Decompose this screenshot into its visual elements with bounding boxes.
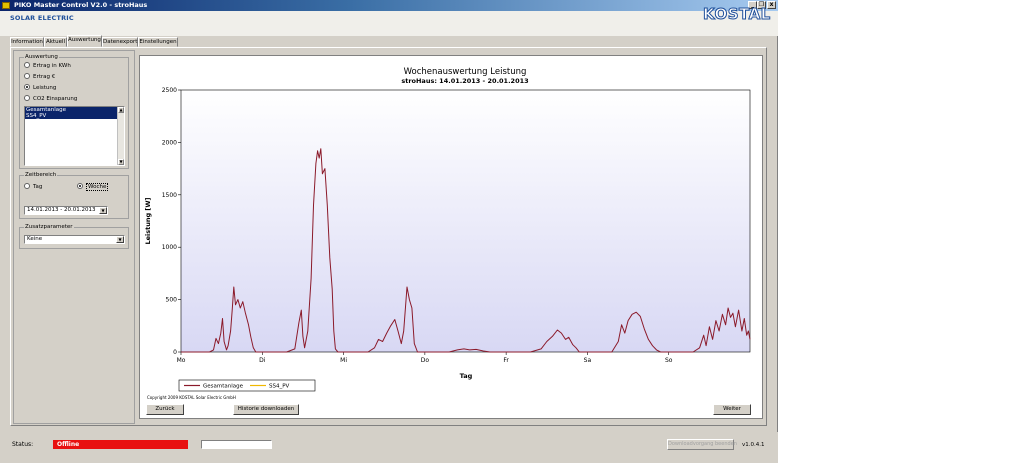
radio-indicator[interactable] (24, 182, 30, 189)
radio-ertrag-euro[interactable]: Ertrag € (24, 72, 56, 81)
stop-download-button[interactable]: Downloadvorgang beenden (667, 439, 737, 450)
app-icon (2, 2, 10, 9)
next-button[interactable]: Weiter (713, 404, 751, 415)
tab-information[interactable]: Information (10, 37, 44, 47)
y-axis: 0 500 1000 1500 2000 2500 (162, 87, 181, 356)
y-tick-label: 1500 (162, 192, 177, 199)
chevron-down-icon[interactable]: ▼ (116, 236, 124, 243)
legend-label-ss4-pv: SS4_PV (269, 384, 290, 390)
x-tick-label: Fr (503, 357, 509, 364)
date-range-value: 14.01.2013 - 20.01.2013 (27, 207, 96, 213)
app-brand-name: SOLAR ELECTRIC (10, 14, 74, 22)
radio-woche[interactable]: Woche (77, 182, 109, 191)
x-axis: Mo Di Mi Do Fr Sa So (177, 352, 673, 364)
y-tick-label: 2500 (162, 87, 177, 94)
window-title: PIKO Master Control V2.0 - stroHaus (14, 1, 148, 9)
zusatzparameter-select[interactable]: Keine ▼ (24, 235, 125, 244)
x-tick-label: Di (259, 357, 266, 364)
x-tick-label: Do (421, 357, 430, 364)
power-chart: Wochenauswertung Leistung stroHaus: 14.0… (144, 67, 751, 400)
status-label: Status: (12, 441, 34, 448)
chart-title: Wochenauswertung Leistung (404, 67, 527, 77)
legend-label-gesamtanlage: Gesamtanlage (203, 384, 244, 390)
scroll-down-icon[interactable]: ▼ (118, 159, 124, 165)
zusatzparameter-group: Zusatzparameter Keine ▼ (19, 224, 129, 249)
radio-label: Ertrag € (33, 74, 56, 80)
download-history-button[interactable]: Historie downloaden (233, 404, 299, 415)
radio-leistung[interactable]: Leistung (24, 83, 57, 92)
app-header (0, 11, 778, 36)
zusatzparameter-value: Keine (27, 236, 43, 242)
tab-datenexport[interactable]: Datenexport (102, 37, 138, 47)
plot-area (180, 89, 751, 353)
radio-indicator[interactable] (24, 61, 30, 68)
listbox-scrollbar[interactable]: ▲ ▼ (117, 107, 124, 165)
y-tick-label: 1000 (162, 244, 177, 251)
radio-tag[interactable]: Tag (24, 182, 43, 191)
version-label: v1.0.4.1 (742, 442, 765, 448)
x-tick-label: Mo (177, 357, 186, 364)
radio-co2[interactable]: CO2 Einsparung (24, 94, 78, 103)
x-axis-label: Tag (460, 372, 473, 380)
scroll-up-icon[interactable]: ▲ (118, 107, 124, 113)
tab-einstellungen[interactable]: Einstellungen (138, 37, 178, 47)
chart-subtitle: stroHaus: 14.01.2013 - 20.01.2013 (401, 77, 528, 85)
radio-indicator[interactable] (24, 72, 30, 79)
chart-panel: Wochenauswertung Leistung stroHaus: 14.0… (139, 55, 763, 419)
radio-indicator[interactable] (24, 83, 30, 90)
radio-label: Woche (86, 183, 109, 191)
y-tick-label: 500 (166, 297, 178, 304)
x-tick-label: So (665, 357, 673, 364)
title-bar: PIKO Master Control V2.0 - stroHaus (0, 0, 778, 11)
y-axis-label: Leistung [W] (144, 197, 152, 244)
tab-aktuell[interactable]: Aktuell (44, 37, 67, 47)
radio-label: Tag (33, 184, 43, 190)
radio-label: Ertrag in KWh (33, 63, 71, 69)
radio-label: Leistung (33, 85, 57, 91)
options-panel: Auswertung Ertrag in KWh Ertrag € Leistu… (13, 50, 135, 424)
list-item[interactable]: SS4_PV (25, 113, 124, 119)
auswertung-group: Auswertung Ertrag in KWh Ertrag € Leistu… (19, 54, 129, 169)
copyright-text: Copyright 2009 KOSTAL Solar Electric Gmb… (147, 395, 236, 400)
radio-label: CO2 Einsparung (33, 96, 78, 102)
status-badge: Offline (53, 440, 188, 449)
zusatzparameter-legend: Zusatzparameter (24, 224, 74, 231)
y-tick-label: 2000 (162, 139, 177, 146)
x-tick-label: Sa (584, 357, 592, 364)
zeitbereich-legend: Zeitbereich (24, 172, 58, 179)
radio-indicator[interactable] (24, 94, 30, 101)
inverter-listbox[interactable]: Gesamtanlage SS4_PV ▲ ▼ (24, 106, 125, 166)
y-tick-label: 0 (173, 349, 177, 356)
auswertung-legend: Auswertung (24, 54, 59, 61)
tab-auswertung[interactable]: Auswertung (67, 35, 102, 47)
x-tick-label: Mi (340, 357, 347, 364)
back-button[interactable]: Zurück (146, 404, 184, 415)
radio-indicator[interactable] (77, 182, 83, 189)
date-range-select[interactable]: 14.01.2013 - 20.01.2013 ▼ (24, 206, 108, 215)
kostal-logo: KOSTAL (703, 5, 771, 24)
zeitbereich-group: Zeitbereich Tag Woche 14.01.2013 - 20.01… (19, 172, 129, 219)
radio-ertrag-kwh[interactable]: Ertrag in KWh (24, 61, 71, 70)
status-progress-box (201, 440, 272, 449)
chevron-down-icon[interactable]: ▼ (99, 207, 107, 214)
